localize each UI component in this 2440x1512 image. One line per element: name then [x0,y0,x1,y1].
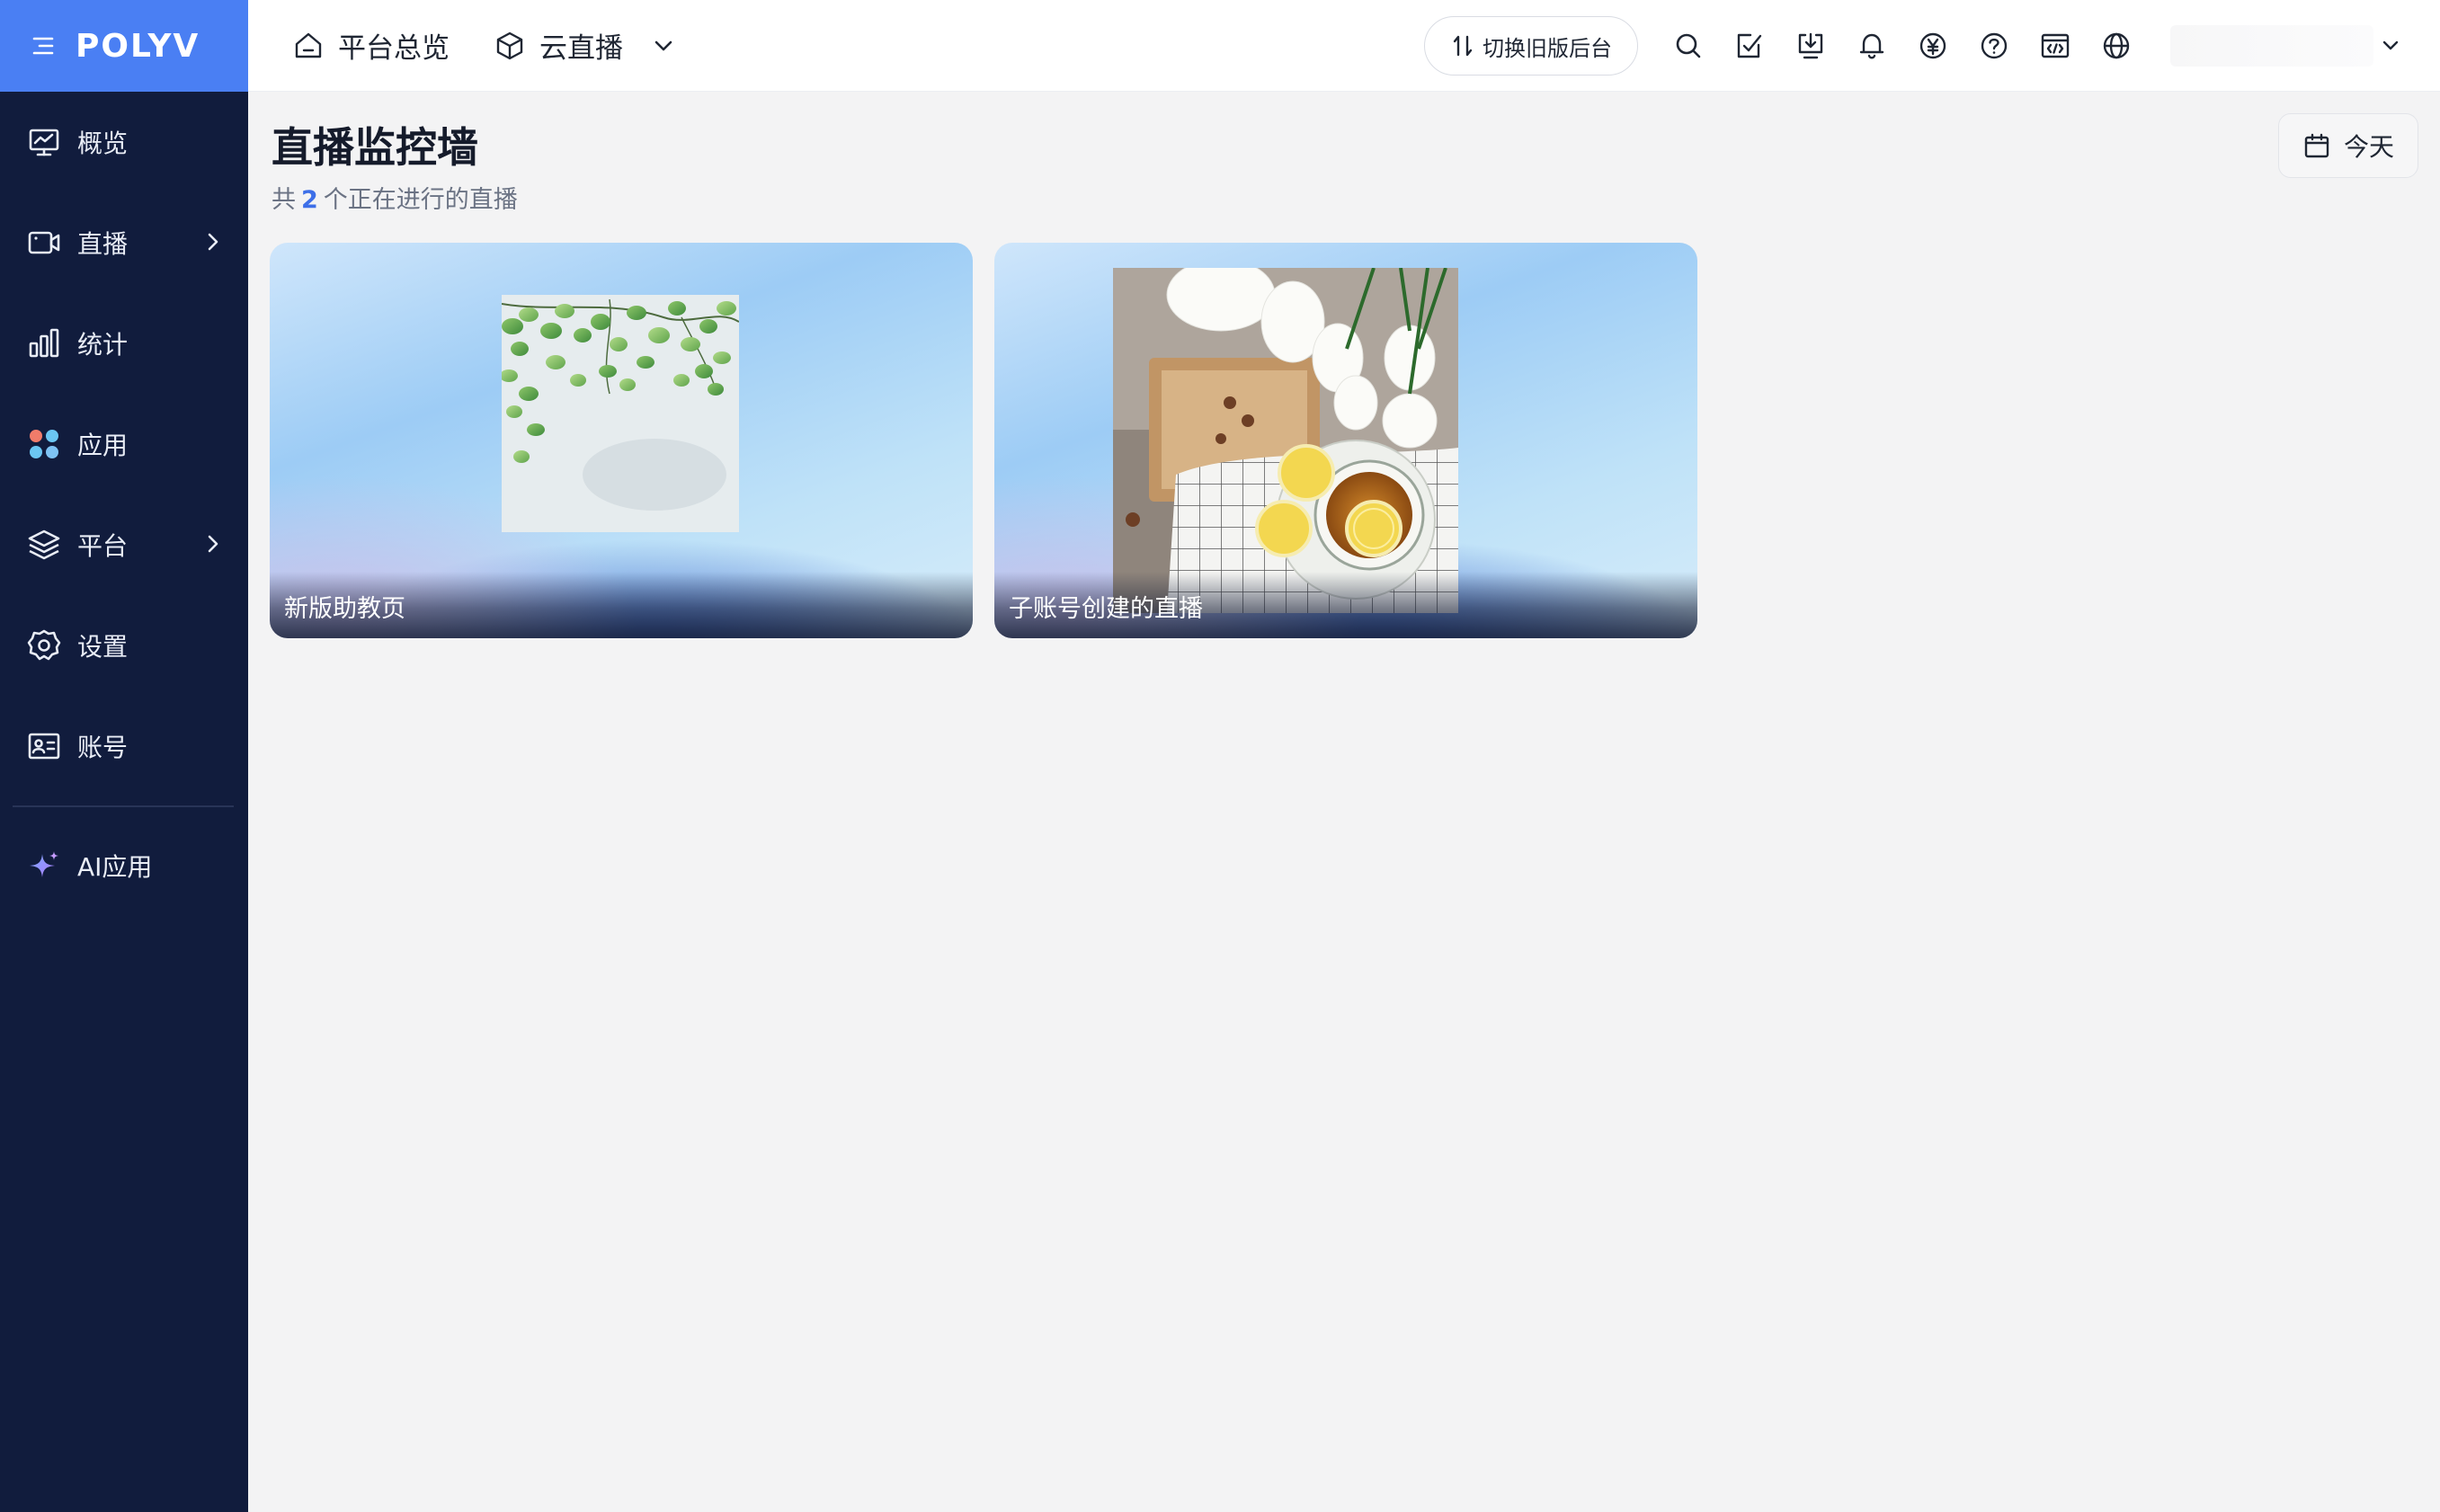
sidebar-item-settings[interactable]: 设置 [0,595,248,696]
video-camera-icon [27,226,61,260]
chevron-down-icon[interactable] [2377,32,2404,59]
home-icon [295,32,322,58]
bar-chart-icon [27,326,61,360]
sidebar-item-apps[interactable]: 应用 [0,394,248,494]
sidebar-item-platform[interactable]: 平台 [0,494,248,595]
live-thumbnail [1113,268,1458,613]
top-bar-actions: 切换旧版后台 [1424,0,2440,92]
menu-toggle-icon[interactable] [27,30,59,62]
product-switcher-label: 云直播 [539,32,623,65]
sidebar-item-ai-apps[interactable]: AI应用 [0,816,248,915]
switch-legacy-label: 切换旧版后台 [1483,35,1612,61]
brand-logo[interactable]: POLYV [76,28,200,65]
search-icon[interactable] [1658,15,1719,76]
sidebar-item-label: 直播 [77,229,129,259]
swap-vertical-icon [1453,35,1473,57]
gear-icon [27,628,61,663]
sidebar-item-account[interactable]: 账号 [0,696,248,796]
layers-icon [27,528,61,562]
sidebar-divider [13,805,234,807]
sidebar: POLYV 概览 直播 统计 应用 平台 设置 账号 AI应用 [0,0,248,1512]
sidebar-item-label: 设置 [77,632,129,662]
download-icon[interactable] [1780,15,1841,76]
switch-legacy-button[interactable]: 切换旧版后台 [1424,16,1638,76]
cube-icon [496,31,523,59]
platform-overview-link[interactable]: 平台总览 [293,25,450,66]
yen-icon[interactable] [1902,15,1964,76]
sparkle-icon [27,849,61,883]
bell-icon[interactable] [1841,15,1902,76]
sidebar-item-statistics[interactable]: 统计 [0,293,248,394]
user-account-menu[interactable] [2170,25,2373,67]
chevron-down-icon [655,40,672,50]
sidebar-nav: 概览 直播 统计 应用 平台 设置 账号 [0,92,248,796]
sidebar-item-label: AI应用 [77,852,153,882]
sidebar-item-overview[interactable]: 概览 [0,92,248,192]
live-count-summary: 共 2 个正在进行的直播 [272,180,518,215]
date-filter-button[interactable]: 今天 [2278,113,2418,178]
product-switcher[interactable]: 云直播 [494,25,679,66]
monitor-chart-icon [27,125,61,159]
id-card-icon [27,729,61,763]
chevron-right-icon [208,233,218,251]
chevron-right-icon [208,535,218,553]
apps-icon [27,427,61,461]
main-content: 直播监控墙 共 2 个正在进行的直播 今天 新版助教页 子账号创建的直播 [248,92,2440,1512]
sidebar-item-live[interactable]: 直播 [0,192,248,293]
date-filter-label: 今天 [2343,132,2394,162]
sidebar-item-label: 平台 [77,531,129,561]
help-icon[interactable] [1964,15,2025,76]
sidebar-item-label: 应用 [77,431,129,460]
sidebar-item-label: 统计 [77,330,129,360]
summary-prefix: 共 [272,186,296,214]
brand-header: POLYV [0,0,248,92]
summary-suffix: 个正在进行的直播 [323,186,518,214]
live-monitor-grid: 新版助教页 子账号创建的直播 [270,243,1697,638]
live-card-title: 子账号创建的直播 [994,572,1697,638]
live-card[interactable]: 子账号创建的直播 [994,243,1697,638]
page-title: 直播监控墙 [272,123,478,172]
top-bar: 平台总览 云直播 切换旧版后台 [248,0,2440,92]
live-card-title: 新版助教页 [270,572,973,638]
sidebar-item-label: 概览 [77,129,129,158]
sidebar-item-label: 账号 [77,733,129,762]
live-count: 2 [301,186,318,214]
globe-icon[interactable] [2086,15,2147,76]
live-card[interactable]: 新版助教页 [270,243,973,638]
task-check-icon[interactable] [1719,15,1780,76]
calendar-icon [2304,133,2329,158]
platform-overview-label: 平台总览 [338,32,450,65]
live-thumbnail [502,295,739,532]
code-window-icon[interactable] [2025,15,2086,76]
